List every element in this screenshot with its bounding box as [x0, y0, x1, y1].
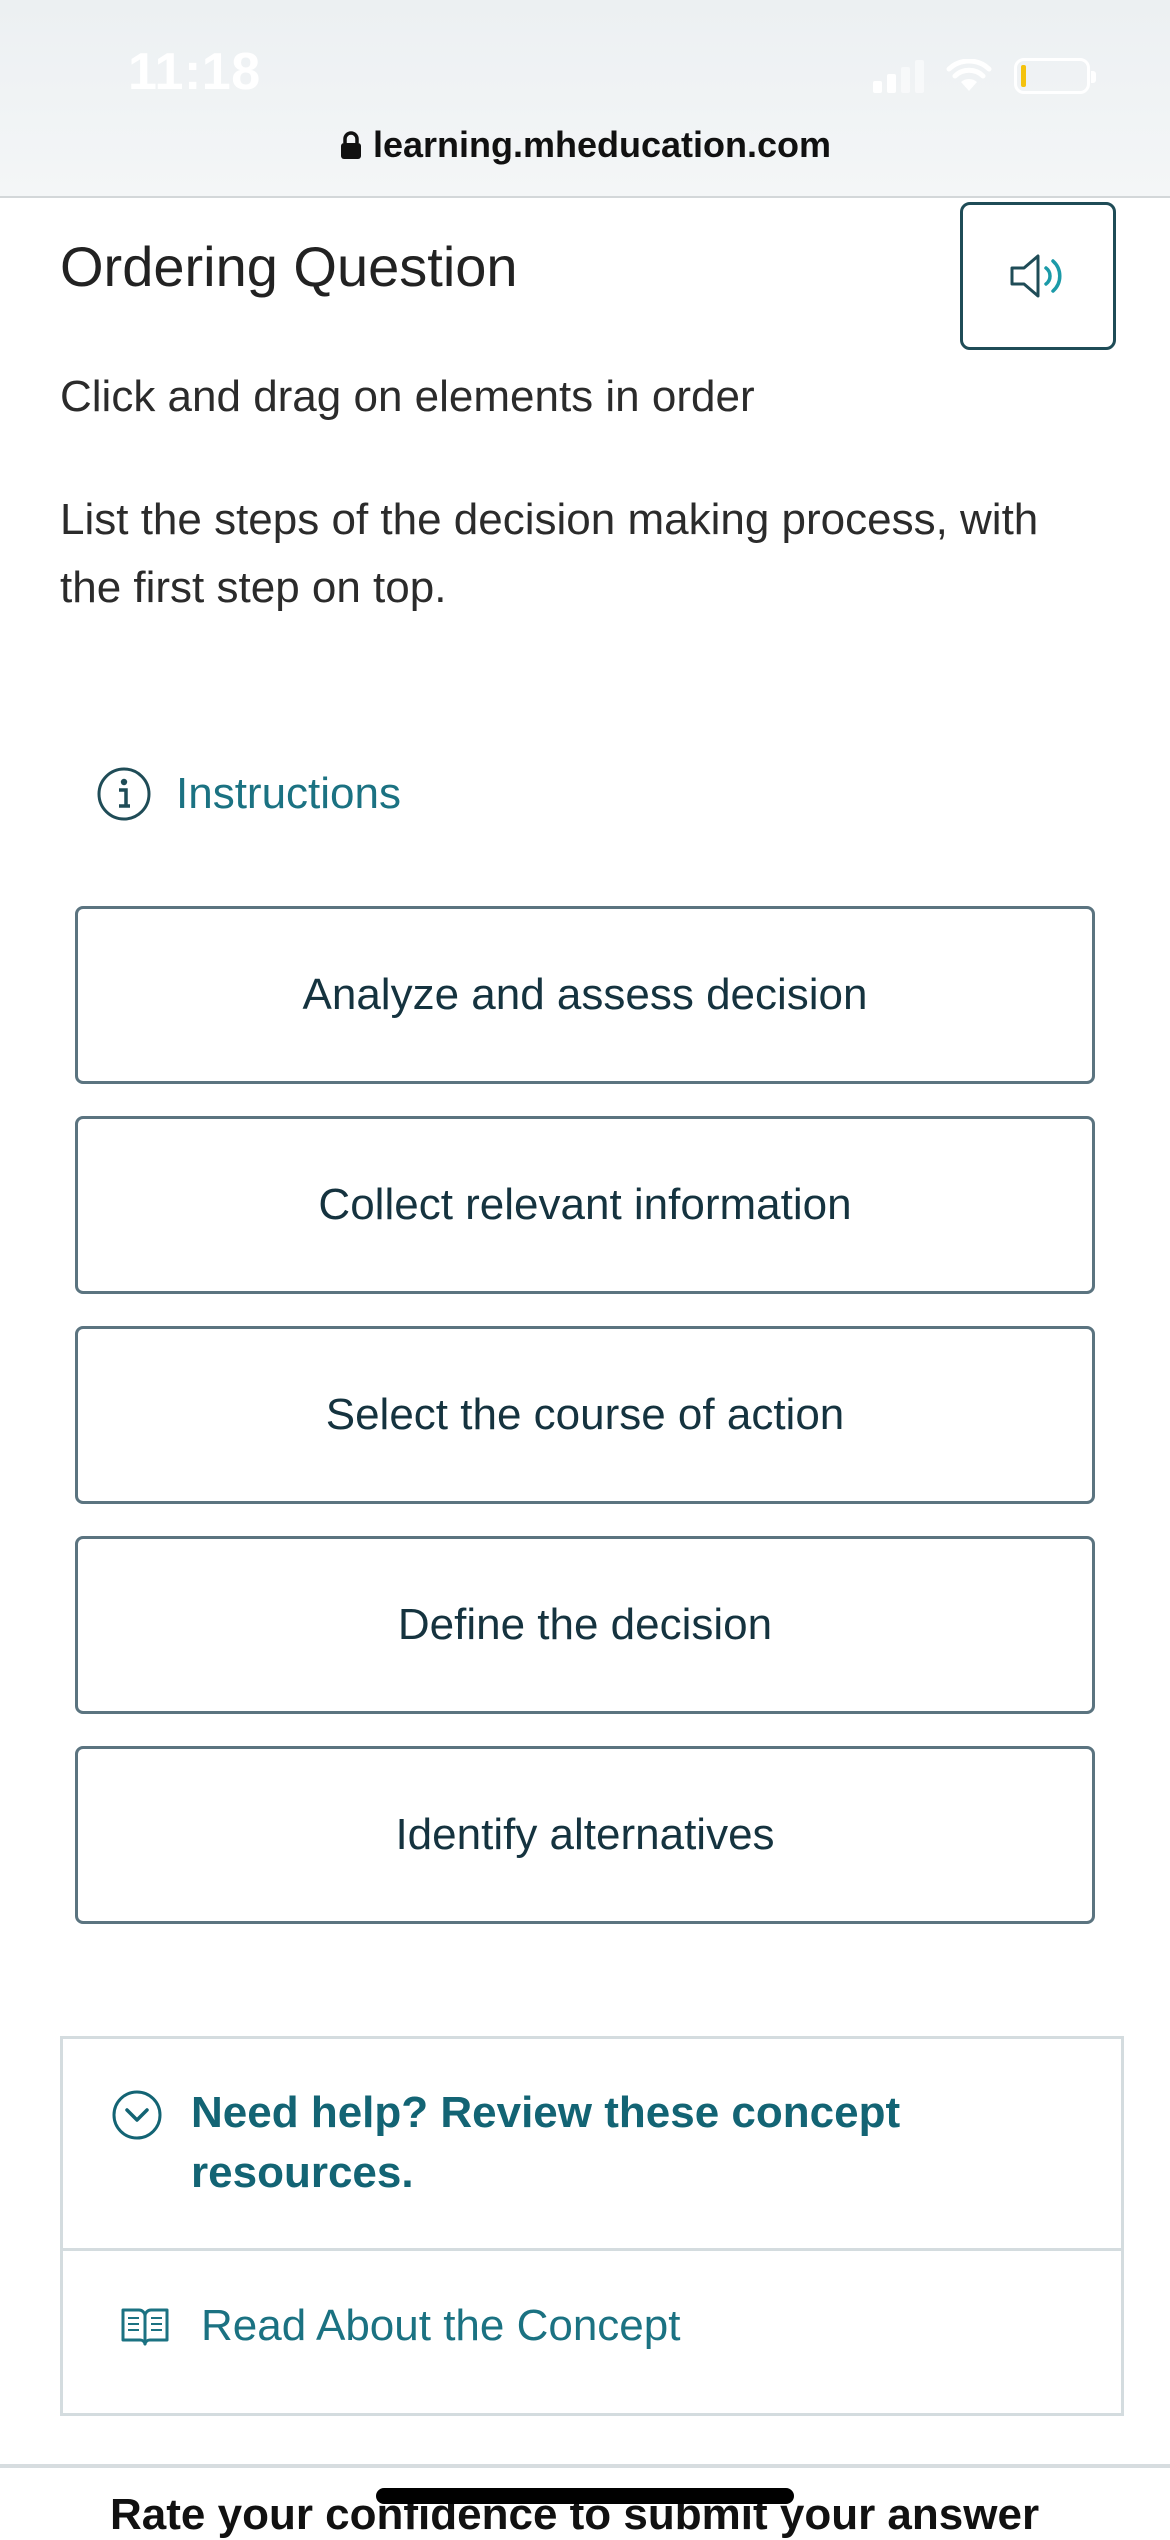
chevron-down-circle-icon — [112, 2090, 162, 2140]
lock-icon — [340, 131, 361, 159]
question-text: List the steps of the decision making pr… — [60, 495, 1039, 612]
book-icon — [121, 2308, 169, 2346]
help-panel: Need help? Review these concept resource… — [60, 2036, 1124, 2416]
help-toggle-button[interactable]: Need help? Review these concept resource… — [63, 2039, 1121, 2251]
order-item-label: Select the course of action — [325, 1390, 845, 1439]
wifi-icon — [946, 59, 992, 91]
order-item[interactable]: Analyze and assess decision — [75, 906, 1095, 1084]
order-item[interactable]: Define the decision — [75, 1536, 1095, 1714]
url-bar[interactable]: learning.mheducation.com — [0, 124, 1170, 166]
instructions-label: Instructions — [176, 769, 401, 818]
order-item-label: Define the decision — [397, 1600, 773, 1649]
read-concept-label: Read About the Concept — [201, 2301, 681, 2350]
bottom-divider — [0, 2464, 1170, 2468]
read-aloud-button[interactable] — [960, 202, 1116, 350]
order-item-label: Identify alternatives — [395, 1810, 775, 1859]
instructions-link[interactable]: Instructions — [96, 766, 401, 822]
home-indicator — [376, 2488, 794, 2504]
help-title: Need help? Review these concept resource… — [191, 2088, 901, 2197]
status-icons — [873, 58, 1096, 94]
battery-icon — [1014, 58, 1096, 94]
browser-top-bar: 11:18 learning.mheducation.com — [0, 0, 1170, 198]
read-concept-link[interactable]: Read About the Concept — [119, 2301, 680, 2351]
order-item-label: Analyze and assess decision — [302, 970, 868, 1019]
order-item[interactable]: Identify alternatives — [75, 1746, 1095, 1924]
order-item[interactable]: Select the course of action — [75, 1326, 1095, 1504]
ordering-list: Analyze and assess decision Collect rele… — [75, 906, 1095, 1956]
order-item-label: Collect relevant information — [318, 1180, 852, 1229]
page-title: Ordering Question — [60, 235, 518, 298]
order-item[interactable]: Collect relevant information — [75, 1116, 1095, 1294]
status-time: 11:18 — [128, 43, 261, 101]
info-icon — [97, 767, 151, 821]
speaker-icon — [1010, 254, 1062, 298]
cellular-signal-icon — [873, 59, 924, 93]
url-text: learning.mheducation.com — [372, 124, 832, 165]
question-prompt: Click and drag on elements in order — [60, 372, 755, 421]
